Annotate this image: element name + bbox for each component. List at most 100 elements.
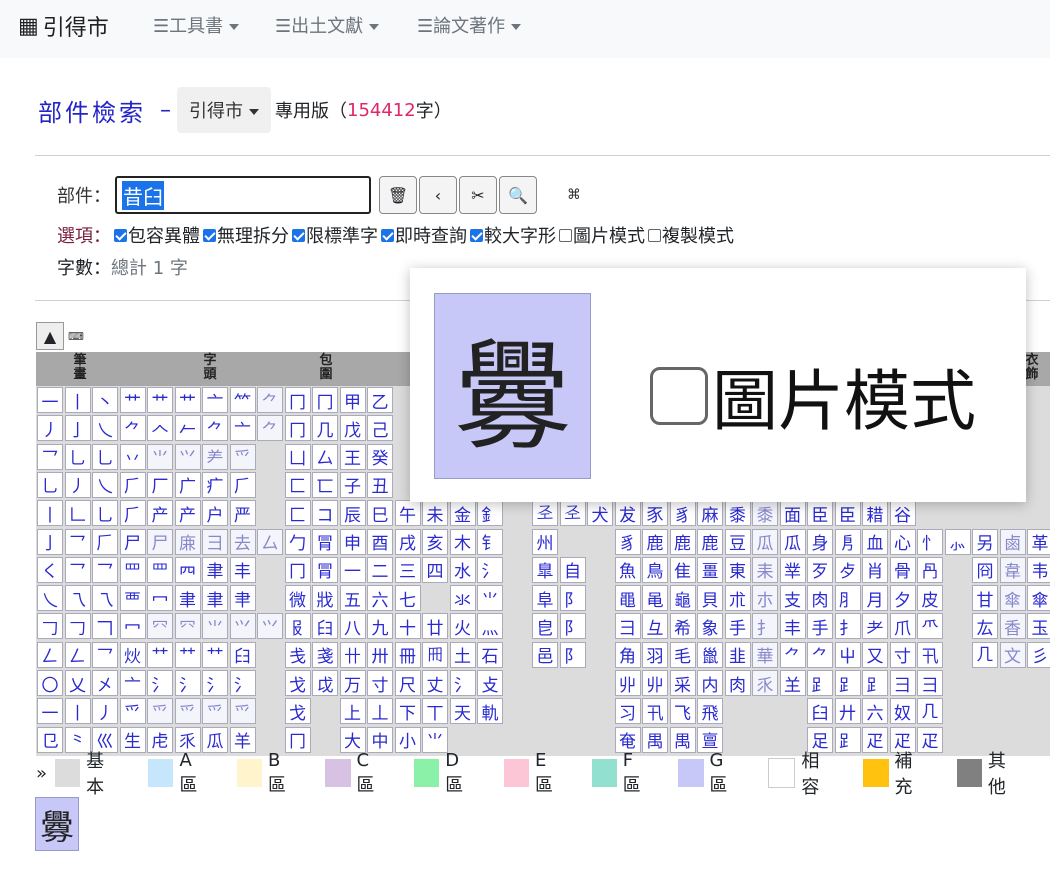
- component-key[interactable]: 州: [532, 528, 558, 555]
- component-key[interactable]: 冐: [312, 556, 338, 583]
- component-key[interactable]: 𢀖: [559, 500, 586, 527]
- component-key[interactable]: 丱: [642, 670, 668, 696]
- component-key[interactable]: ⺿: [174, 641, 201, 668]
- option-checkbox[interactable]: [292, 228, 305, 242]
- component-key[interactable]: 乛: [92, 556, 118, 583]
- component-key[interactable]: 韦: [1027, 556, 1050, 583]
- component-key[interactable]: 𦉪: [174, 556, 201, 583]
- component-key[interactable]: 炏: [119, 641, 146, 668]
- component-key[interactable]: ⺡: [202, 670, 228, 696]
- component-key[interactable]: 耤: [862, 500, 888, 527]
- component-key[interactable]: 丄: [367, 698, 393, 725]
- component-key[interactable]: 癸: [367, 443, 393, 470]
- component-key[interactable]: ⺈: [202, 415, 228, 442]
- component-key[interactable]: 𢀖: [532, 500, 558, 527]
- component-key[interactable]: 耒: [752, 556, 778, 583]
- component-key[interactable]: 厂: [147, 471, 173, 498]
- component-key[interactable]: 身: [807, 528, 833, 555]
- component-key[interactable]: ⻊: [862, 670, 888, 696]
- component-key[interactable]: 毛: [669, 641, 696, 668]
- component-key[interactable]: ⻊: [807, 670, 833, 696]
- component-key[interactable]: 丰: [779, 613, 806, 640]
- option-checkbox[interactable]: [114, 228, 127, 242]
- component-key[interactable]: ⺳: [174, 613, 201, 640]
- component-key[interactable]: 乚: [92, 500, 118, 527]
- component-key[interactable]: 貝: [697, 585, 723, 612]
- component-key[interactable]: 〇: [37, 670, 63, 696]
- component-key[interactable]: 丶: [92, 387, 118, 413]
- component-key[interactable]: ⺤: [174, 698, 201, 725]
- component-key[interactable]: 朩: [752, 585, 778, 612]
- component-key[interactable]: 乚: [64, 443, 91, 470]
- component-key[interactable]: 阝: [559, 585, 586, 612]
- component-key[interactable]: 𠃋: [64, 641, 91, 668]
- component-key[interactable]: 㐅: [92, 670, 118, 696]
- component-key[interactable]: 丷: [119, 443, 146, 470]
- component-key[interactable]: 手: [807, 613, 833, 640]
- component-key[interactable]: ⺤: [147, 698, 173, 725]
- component-key[interactable]: 東: [724, 556, 751, 583]
- component-key[interactable]: 乑: [752, 670, 778, 696]
- component-key[interactable]: 臯: [532, 556, 558, 583]
- component-key[interactable]: 鹿: [697, 528, 723, 555]
- component-key[interactable]: 丨: [64, 698, 91, 725]
- component-key[interactable]: 石: [477, 641, 503, 668]
- component-key[interactable]: ⺮: [229, 387, 256, 413]
- component-key[interactable]: 冂: [284, 556, 311, 583]
- component-key[interactable]: 六: [862, 698, 888, 725]
- component-key[interactable]: 豕: [642, 500, 668, 527]
- component-key[interactable]: 丨: [37, 500, 63, 527]
- component-key[interactable]: 豸: [669, 500, 696, 527]
- component-key[interactable]: 戕: [312, 585, 338, 612]
- component-key[interactable]: 上: [339, 698, 366, 725]
- component-key[interactable]: 疒: [202, 471, 228, 498]
- component-key[interactable]: 尸: [119, 528, 146, 555]
- component-key[interactable]: 氵: [477, 556, 503, 583]
- component-key[interactable]: 亥: [422, 528, 448, 555]
- component-key[interactable]: 肖: [862, 556, 888, 583]
- component-key[interactable]: 火: [449, 613, 476, 640]
- component-key[interactable]: 歺: [834, 556, 861, 583]
- component-key[interactable]: 釒: [477, 500, 503, 527]
- backspace-button[interactable]: ‹: [419, 176, 457, 214]
- component-key[interactable]: 玉: [1027, 613, 1050, 640]
- component-key[interactable]: 屮: [834, 641, 861, 668]
- component-key[interactable]: 丰: [229, 556, 256, 583]
- component-key[interactable]: ⺌: [477, 585, 503, 612]
- component-key[interactable]: 严: [229, 500, 256, 527]
- component-key[interactable]: 亠: [229, 415, 256, 442]
- component-key[interactable]: 匸: [312, 471, 338, 498]
- component-key[interactable]: 亅: [37, 528, 63, 555]
- component-key[interactable]: 产: [147, 500, 173, 527]
- component-key[interactable]: 阝: [559, 641, 586, 668]
- component-key[interactable]: 一: [37, 387, 63, 413]
- component-key[interactable]: 丿: [37, 415, 63, 442]
- expand-arrow-icon[interactable]: »: [36, 763, 47, 784]
- component-key[interactable]: 卄: [339, 641, 366, 668]
- component-key[interactable]: 内: [697, 670, 723, 696]
- component-key[interactable]: 天: [449, 698, 476, 725]
- component-key[interactable]: 罒: [147, 556, 173, 583]
- component-key[interactable]: 酉: [367, 528, 393, 555]
- edition-dropdown[interactable]: 引得市: [177, 87, 271, 133]
- component-key[interactable]: 六: [367, 585, 393, 612]
- component-key[interactable]: 冂: [312, 387, 338, 413]
- component-key[interactable]: 采: [669, 670, 696, 696]
- component-key[interactable]: ⺤: [202, 698, 228, 725]
- component-key[interactable]: 辰: [339, 500, 366, 527]
- component-key[interactable]: 乁: [92, 585, 118, 612]
- component-key[interactable]: ⺹: [862, 613, 888, 640]
- component-key[interactable]: 广: [174, 471, 201, 498]
- component-key[interactable]: 寸: [367, 670, 393, 696]
- component-key[interactable]: 习: [614, 698, 641, 725]
- component-key[interactable]: 王: [339, 443, 366, 470]
- component-key[interactable]: 韋: [999, 556, 1026, 583]
- component-key[interactable]: 鳥: [642, 556, 668, 583]
- component-key[interactable]: 三: [394, 556, 421, 583]
- component-key[interactable]: 戉: [312, 670, 338, 696]
- component-key[interactable]: 覀: [119, 585, 146, 612]
- component-key[interactable]: ⺕: [889, 670, 916, 696]
- option-checkbox[interactable]: [381, 228, 394, 242]
- component-key[interactable]: 犬: [587, 500, 613, 527]
- component-key[interactable]: 飞: [669, 698, 696, 725]
